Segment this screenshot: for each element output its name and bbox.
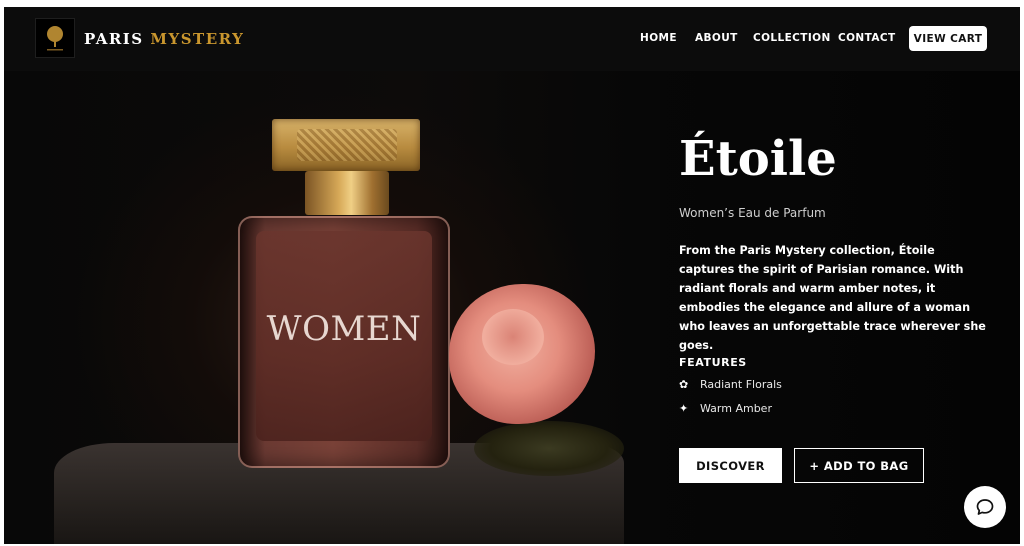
flower-icon: ✿: [679, 378, 689, 391]
nav-collection[interactable]: COLLECTION: [753, 32, 831, 44]
feature-label: Warm Amber: [700, 402, 772, 415]
add-to-bag-button[interactable]: + ADD TO BAG: [794, 448, 924, 483]
features-heading: FEATURES: [679, 356, 747, 369]
brand-name-part1: PARIS: [84, 30, 144, 48]
bottle-neck: [305, 171, 389, 215]
nav-about[interactable]: ABOUT: [695, 32, 738, 44]
product-subtitle: Women’s Eau de Parfum: [679, 206, 826, 220]
view-cart-button[interactable]: VIEW CART: [909, 26, 987, 51]
site-header: PARIS MYSTERY HOME ABOUT COLLECTION CONT…: [4, 7, 1020, 71]
product-description: From the Paris Mystery collection, Étoil…: [679, 244, 986, 352]
rose-center: [482, 309, 544, 365]
feature-label: Radiant Florals: [700, 378, 782, 391]
feature-item: ✦ Warm Amber: [679, 402, 772, 415]
tree-logo-icon[interactable]: [35, 18, 75, 58]
nav-home[interactable]: HOME: [640, 32, 677, 44]
product-title: Étoile: [679, 131, 837, 187]
page-frame: PARIS MYSTERY HOME ABOUT COLLECTION CONT…: [4, 7, 1020, 544]
bottle-label-text: WOMEN: [266, 309, 422, 349]
brand-name[interactable]: PARIS MYSTERY: [84, 30, 244, 48]
sparkle-icon: ✦: [679, 402, 689, 415]
chat-bubble-icon[interactable]: [964, 486, 1006, 528]
brand-name-part2: MYSTERY: [150, 30, 245, 48]
hero-section: WOMEN Étoile Women’s Eau de Parfum From …: [4, 71, 1020, 544]
feature-item: ✿ Radiant Florals: [679, 378, 782, 391]
cap-ornament: [297, 129, 397, 161]
discover-button[interactable]: DISCOVER: [679, 448, 782, 483]
moss-decoration: [474, 421, 624, 476]
nav-contact[interactable]: CONTACT: [838, 32, 896, 44]
